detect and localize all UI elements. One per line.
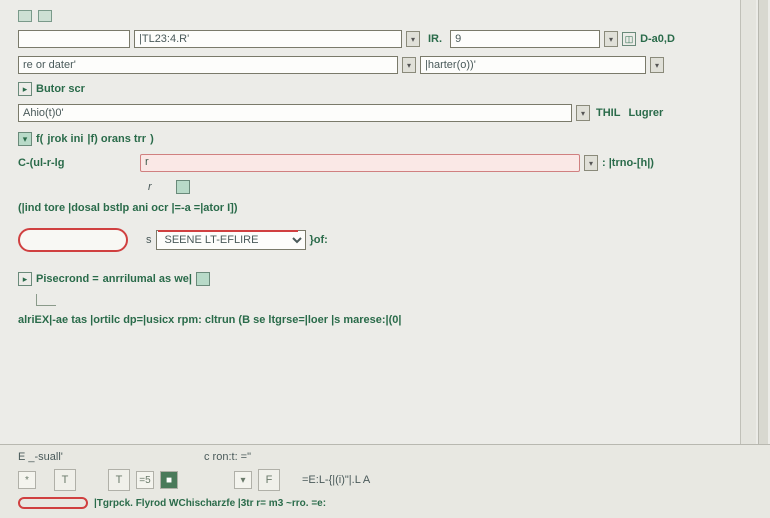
row-color: C-(ul-r-lg r ▾ : |trno-[h|) <box>18 154 752 172</box>
label-color: C-(ul-r-lg <box>18 157 104 169</box>
tb-mid-text: =E:L-{|(i)"|.L A <box>302 474 370 486</box>
sublabel-a: r <box>148 181 152 193</box>
tb-btn-t1[interactable]: T <box>54 469 76 491</box>
tb-row-labels: E _-suall' c ron:t: =" <box>18 451 752 463</box>
dropdown-2b[interactable]: ▾ <box>650 57 664 73</box>
row-section4: alriEX|-ae tas |ortilc dp=|usicx rpm: cl… <box>18 314 752 326</box>
tb-label-a: E _-suall' <box>18 451 198 463</box>
row-ahio: ▾ THIL Lugrer <box>18 104 752 122</box>
sec3-label-b: anrrilumal as we| <box>103 273 192 285</box>
sec3-label-a: Pisecrond = <box>36 273 99 285</box>
dropdown-2a[interactable]: ▾ <box>402 57 416 73</box>
heading-part-b: jrok ini <box>47 133 83 145</box>
sec3-icon[interactable] <box>196 272 210 286</box>
tb-row-buttons: * T T =5 ■ ▾ F =E:L-{|(i)"|.L A <box>18 469 752 491</box>
header-icon-a[interactable] <box>18 10 32 22</box>
tb-btn-eq[interactable]: =5 <box>136 471 154 489</box>
red-underline-annotation <box>158 230 298 232</box>
tb-btn-color[interactable]: ■ <box>160 471 178 489</box>
dropdown-color[interactable]: ▾ <box>584 155 598 171</box>
field-2a[interactable] <box>18 56 398 74</box>
tb-row-footer: |Tgrpck. Flyrod WChischarzfe |3tr r= m3 … <box>18 497 752 509</box>
bottom-toolbar: E _-suall' c ron:t: =" * T T =5 ■ ▾ F =E… <box>0 444 770 518</box>
row-dimensions: ▾ IR. ▾ ◫ D-a0,D <box>18 30 752 48</box>
row-select-highlight: s SEENE LT-EFLIRE }of: <box>18 228 752 252</box>
label-ir: IR. <box>424 33 446 45</box>
label-dad: D-a0,D <box>640 33 675 45</box>
row-path: ▾ ▾ <box>18 56 752 74</box>
heading-part-d: ) <box>150 133 154 145</box>
tb-btn-mid-dd[interactable]: ▾ <box>234 471 252 489</box>
row-assert: (|ind tore |dosal bstlp ani ocr |=-a =|a… <box>18 202 752 214</box>
select-prefix: s <box>146 234 152 246</box>
tb-btn-star[interactable]: * <box>18 471 36 489</box>
select-seene[interactable]: SEENE LT-EFLIRE <box>156 230 306 250</box>
heading-part-c: |f) orans trr <box>87 133 146 145</box>
row-section3: ▸ Pisecrond = anrrilumal as we| <box>18 272 752 286</box>
select-suffix: }of: <box>310 234 328 246</box>
color-input-highlighted[interactable]: r <box>140 154 580 172</box>
top-icon-row <box>18 10 752 22</box>
assert-text: (|ind tore |dosal bstlp ani ocr |=-a =|a… <box>18 202 238 214</box>
dropdown-1c[interactable]: ▾ <box>604 31 618 47</box>
label-butor: Butor scr <box>36 83 85 95</box>
footer-red-oval <box>18 497 88 509</box>
heading-part-a: f( <box>36 133 43 145</box>
field-1b[interactable] <box>134 30 402 48</box>
main-panel: ▾ IR. ▾ ◫ D-a0,D ▾ ▾ ▸ Butor scr ▾ THIL … <box>0 0 770 444</box>
label-color-trail: : |trno-[h|) <box>602 157 654 169</box>
row-butor: ▸ Butor scr <box>18 82 752 96</box>
field-4a[interactable] <box>18 104 572 122</box>
tb-btn-f[interactable]: F <box>258 469 280 491</box>
field-1a[interactable] <box>18 30 130 48</box>
tb-btn-t2[interactable]: T <box>108 469 130 491</box>
dropdown-4a[interactable]: ▾ <box>576 105 590 121</box>
checkbox-sec3[interactable]: ▸ <box>18 272 32 286</box>
checkbox-butor[interactable]: ▸ <box>18 82 32 96</box>
collapse-icon[interactable]: ▾ <box>18 132 32 146</box>
btn-lugrer[interactable]: Lugrer <box>626 107 665 119</box>
sec3-connector <box>36 294 56 306</box>
field-2b[interactable] <box>420 56 646 74</box>
tb-label-b: c ron:t: =" <box>204 451 251 463</box>
footer-text: |Tgrpck. Flyrod WChischarzfe |3tr r= m3 … <box>94 498 326 509</box>
btn-thil[interactable]: THIL <box>594 107 622 119</box>
color-input-value: r <box>145 156 149 168</box>
sec4-text: alriEX|-ae tas |ortilc dp=|usicx rpm: cl… <box>18 314 401 326</box>
section-heading-1: ▾ f( jrok ini |f) orans trr ) <box>18 132 752 146</box>
row-color-sub: r <box>148 180 752 194</box>
header-icon-b[interactable] <box>38 10 52 22</box>
dropdown-1b[interactable]: ▾ <box>406 31 420 47</box>
field-1c[interactable] <box>450 30 600 48</box>
red-annotation-oval <box>18 228 128 252</box>
color-chip[interactable] <box>176 180 190 194</box>
btn-row1-end[interactable]: ◫ <box>622 32 636 46</box>
